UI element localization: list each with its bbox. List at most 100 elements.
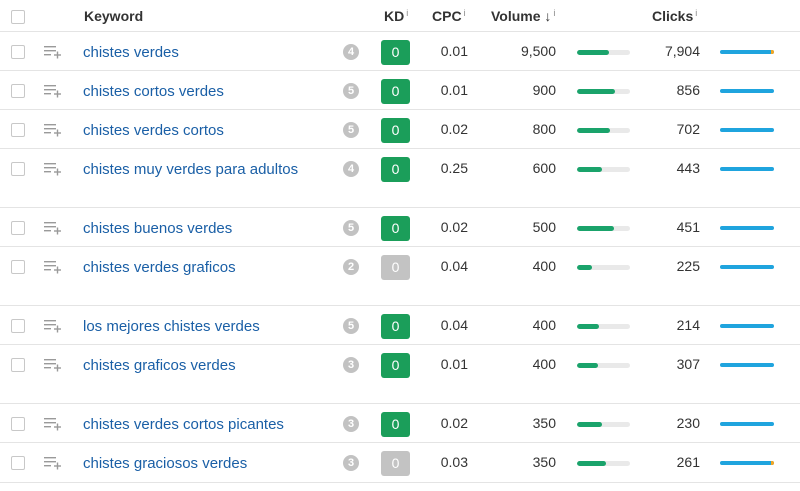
row-checkbox[interactable] [11,162,25,176]
add-to-list-icon[interactable] [44,456,62,470]
keyword-link[interactable]: chistes cortos verdes [83,82,323,101]
clicks-bar [720,226,774,230]
clicks-paid-segment [771,461,774,465]
row-checkbox[interactable] [11,123,25,137]
add-to-list-icon[interactable] [44,45,62,59]
add-to-list-icon[interactable] [44,123,62,137]
keyword-header-label: Keyword [84,8,144,24]
clicks-value: 214 [676,317,700,333]
cpc-value: 0.25 [440,160,468,176]
add-to-list-icon[interactable] [44,84,62,98]
add-to-list-icon[interactable] [44,358,62,372]
keyword-link[interactable]: chistes graficos verdes [83,356,323,375]
volume-bar-fill [577,265,592,270]
cpc-header-label: CPC [432,8,462,24]
row-checkbox[interactable] [11,358,25,372]
volume-bar [577,363,630,368]
volume-bar [577,265,630,270]
clicks-bar [720,128,774,132]
serp-features-badge[interactable]: 3 [343,455,359,471]
table-row: los mejores chistes verdes 5 0 0.04 400 … [0,306,800,345]
column-header-kd[interactable]: KD i [384,8,408,24]
serp-features-badge[interactable]: 4 [343,44,359,60]
volume-bar-fill [577,89,616,94]
keyword-link[interactable]: los mejores chistes verdes [83,317,323,336]
volume-bar-fill [577,363,599,368]
serp-features-badge[interactable]: 5 [343,220,359,236]
add-to-list-icon[interactable] [44,417,62,431]
keyword-link[interactable]: chistes muy verdes para adultos [83,160,323,179]
clicks-value: 856 [676,82,700,98]
serp-features-badge[interactable]: 3 [343,416,359,432]
clicks-value: 261 [676,454,700,470]
serp-features-badge[interactable]: 5 [343,83,359,99]
volume-value: 400 [532,317,556,333]
cpc-info-icon[interactable]: i [464,8,466,18]
kd-badge: 0 [381,412,410,437]
serp-features-badge[interactable]: 5 [343,122,359,138]
clicks-header-label: Clicks [652,8,694,24]
keyword-link[interactable]: chistes buenos verdes [83,219,323,238]
serp-features-badge[interactable]: 5 [343,318,359,334]
volume-value: 350 [532,454,556,470]
column-header-cpc[interactable]: CPC i [432,8,466,24]
add-to-list-icon[interactable] [44,221,62,235]
row-checkbox[interactable] [11,84,25,98]
add-to-list-icon[interactable] [44,162,62,176]
add-to-list-icon[interactable] [44,319,62,333]
keyword-link[interactable]: chistes graciosos verdes [83,454,323,473]
kd-badge: 0 [381,157,410,182]
table-row: chistes verdes graficos 2 0 0.04 400 225 [0,247,800,306]
kd-badge: 0 [381,118,410,143]
kd-badge: 0 [381,40,410,65]
volume-info-icon[interactable]: i [553,8,555,18]
select-all-checkbox[interactable] [11,10,25,24]
table-row: chistes graficos verdes 3 0 0.01 400 307 [0,345,800,404]
cpc-value: 0.02 [440,415,468,431]
row-checkbox[interactable] [11,221,25,235]
volume-value: 350 [532,415,556,431]
cpc-value: 0.04 [440,317,468,333]
clicks-bar [720,167,774,171]
kd-badge: 0 [381,216,410,241]
volume-bar [577,226,630,231]
serp-features-badge[interactable]: 3 [343,357,359,373]
clicks-bar [720,265,774,269]
clicks-bar [720,422,774,426]
row-checkbox[interactable] [11,319,25,333]
volume-value: 9,500 [520,43,556,59]
keyword-link[interactable]: chistes verdes [83,43,323,62]
row-checkbox[interactable] [11,417,25,431]
keyword-link[interactable]: chistes verdes cortos picantes [83,415,323,434]
cpc-value: 0.04 [440,258,468,274]
kd-badge: 0 [381,353,410,378]
row-checkbox[interactable] [11,260,25,274]
volume-bar [577,50,630,55]
serp-features-badge[interactable]: 4 [343,161,359,177]
column-header-volume[interactable]: Volume ↓ i [491,8,555,24]
volume-bar [577,422,630,427]
volume-bar-fill [577,226,615,231]
table-row: chistes verdes cortos 5 0 0.02 800 702 [0,110,800,149]
kd-header-label: KD [384,8,405,24]
column-header-keyword[interactable]: Keyword [84,8,143,24]
kd-badge: 0 [381,79,410,104]
serp-features-badge[interactable]: 2 [343,259,359,275]
volume-header-label: Volume [491,8,541,24]
kd-info-icon[interactable]: i [406,8,408,18]
clicks-paid-segment [771,50,774,54]
keyword-link[interactable]: chistes verdes graficos [83,258,323,277]
cpc-value: 0.01 [440,356,468,372]
keyword-link[interactable]: chistes verdes cortos [83,121,323,140]
row-checkbox[interactable] [11,45,25,59]
row-checkbox[interactable] [11,456,25,470]
clicks-value: 443 [676,160,700,176]
clicks-info-icon[interactable]: i [695,8,697,18]
volume-bar [577,324,630,329]
clicks-value: 230 [676,415,700,431]
table-header: Keyword KD i CPC i Volume ↓ i Clicks i [0,0,800,32]
volume-value: 400 [532,258,556,274]
add-to-list-icon[interactable] [44,260,62,274]
clicks-bar [720,50,774,54]
column-header-clicks[interactable]: Clicks i [652,8,697,24]
